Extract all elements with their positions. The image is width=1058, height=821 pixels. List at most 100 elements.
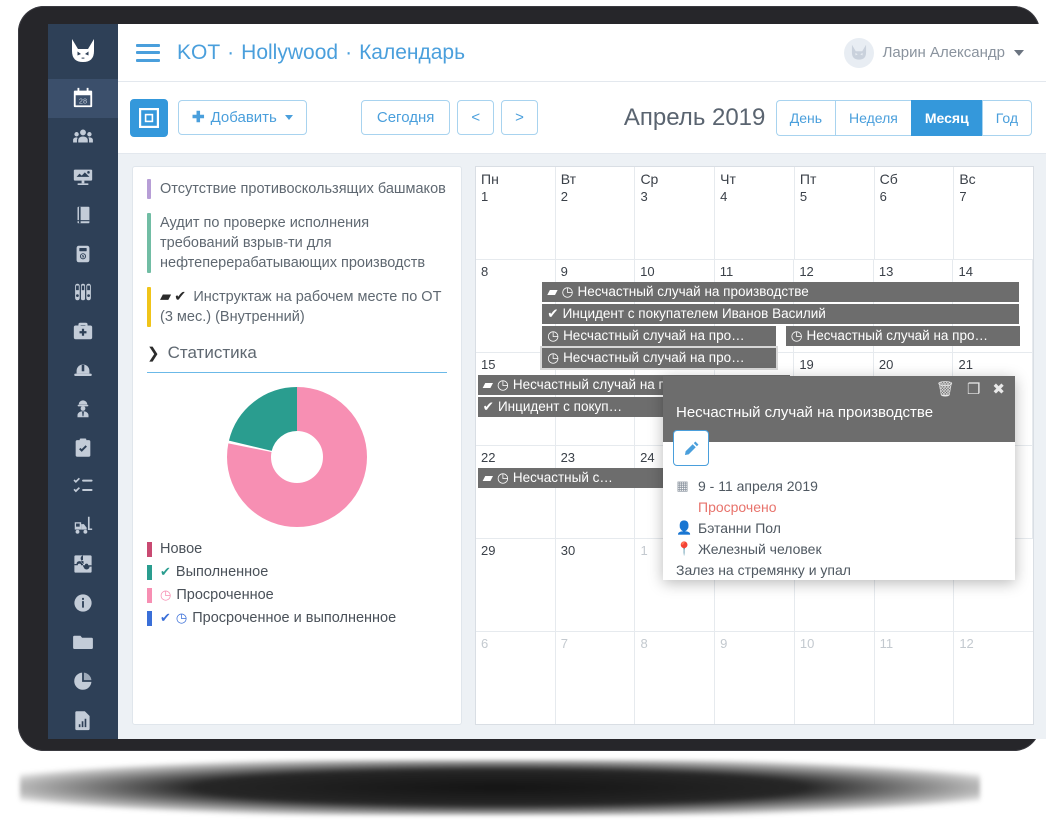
day-number: 8	[481, 264, 489, 279]
calendar-event[interactable]: ◷ Несчастный случай на про…	[542, 326, 777, 346]
calendar-day-cell[interactable]: Ср 3	[635, 167, 716, 259]
day-number: 13	[878, 264, 894, 279]
next-period-button[interactable]: >	[501, 100, 538, 135]
first-aid-kit-icon	[73, 323, 93, 340]
square-icon[interactable]: ❐	[967, 382, 980, 397]
sidebar-item-calendar[interactable]: 28	[48, 78, 118, 118]
clipboard-check-icon	[75, 438, 91, 457]
list-item[interactable]: ▰ ✔ Инструктаж на рабочем месте по ОТ (3 …	[147, 287, 447, 327]
calendar-event[interactable]: ✔ Инцидент с покупателем Иванов Василий	[542, 304, 1019, 324]
sidebar-item-report[interactable]	[48, 700, 118, 739]
day-number: 4	[720, 189, 728, 204]
calendar-day-cell[interactable]: Вс 7	[954, 167, 1033, 259]
sidebar-item-forklift[interactable]	[48, 506, 118, 545]
legend-label: Просроченное и выполненное	[192, 610, 397, 626]
sidebar-item-pie[interactable]	[48, 661, 118, 700]
sidebar-item-puzzle[interactable]	[48, 545, 118, 584]
sidebar-item-book[interactable]	[48, 195, 118, 234]
worker-icon	[77, 400, 89, 418]
check-icon: ✔	[160, 564, 171, 579]
breadcrumb: KOT · Hollywood · Календарь	[177, 41, 465, 65]
check-icon: ✔	[482, 399, 494, 414]
calendar-day-cell[interactable]: 29	[476, 539, 556, 631]
calendar-event[interactable]: ◷ Несчастный случай на про…	[785, 326, 1020, 346]
close-icon[interactable]: ✖	[992, 382, 1005, 397]
sidebar-item-device[interactable]	[48, 234, 118, 273]
calendar-day-cell[interactable]: 9	[715, 632, 795, 724]
popup-description: Залез на стремянку и упал	[676, 562, 851, 578]
check-icon: ✔	[174, 289, 187, 305]
sidebar-item-lab[interactable]	[48, 273, 118, 312]
app-screen: 28 KOT · Hollywood · Календарь Ларин Але…	[48, 24, 1046, 739]
sidebar-item-info[interactable]	[48, 584, 118, 623]
panel-toggle-button[interactable]	[130, 98, 168, 137]
view-day-button[interactable]: День	[775, 99, 836, 136]
today-button[interactable]: Сегодня	[360, 100, 451, 135]
sidebar-item-worker[interactable]	[48, 390, 118, 429]
trash-icon[interactable]: 🗑	[936, 382, 955, 397]
breadcrumb-item-root[interactable]: KOT	[177, 41, 220, 65]
event-label: Инцидент с покуп…	[497, 399, 623, 414]
breadcrumb-separator: ·	[345, 40, 353, 64]
hamburger-icon[interactable]	[136, 43, 160, 62]
day-number: 15	[481, 357, 496, 372]
user-menu[interactable]: Ларин Александр	[843, 37, 1024, 68]
edit-event-button[interactable]	[673, 430, 709, 466]
handheld-device-icon	[76, 245, 90, 262]
calendar-day-cell[interactable]: 22	[476, 446, 556, 538]
day-number: 12	[959, 636, 974, 651]
task-color-bar	[147, 179, 151, 199]
task-label: Аудит по проверке исполнения требований …	[160, 215, 426, 271]
statistics-title: Статистика	[167, 343, 257, 362]
day-of-week-label: Сб	[879, 171, 898, 187]
view-week-button[interactable]: Неделя	[835, 99, 911, 136]
calendar-day-cell[interactable]: 12	[954, 632, 1033, 724]
calendar-day-cell[interactable]: Пн 1	[476, 167, 556, 259]
day-number: 7	[560, 636, 568, 651]
app-logo[interactable]	[48, 24, 118, 79]
folder-icon: ▰	[547, 284, 558, 299]
calendar-event[interactable]: ▰ ◷ Несчастный случай на производстве	[542, 282, 1019, 302]
calendar-event-selected[interactable]: ◷ Несчастный случай на про…	[542, 348, 777, 368]
legend-swatch	[147, 610, 152, 626]
legend-label: Новое	[160, 541, 203, 557]
sidebar-item-firstaid[interactable]	[48, 312, 118, 351]
day-of-week-label: Вт	[560, 171, 577, 187]
statistics-header[interactable]: ❯ Статистика	[147, 343, 447, 363]
calendar-day-cell[interactable]: Сб 6	[875, 167, 955, 259]
calendar-day-cell[interactable]: 6	[476, 632, 556, 724]
calendar-day-cell[interactable]: 23	[556, 446, 636, 538]
list-item[interactable]: Аудит по проверке исполнения требований …	[147, 213, 447, 273]
calendar-day-cell[interactable]: Чт 4	[715, 167, 795, 259]
icon-sidebar: 28	[48, 24, 118, 739]
task-color-bar	[147, 287, 151, 327]
calendar-day-cell[interactable]: Пт 5	[795, 167, 875, 259]
calendar-day-cell[interactable]: Вт 2	[556, 167, 636, 259]
clock-icon: ◷	[790, 328, 803, 343]
sidebar-item-people[interactable]	[48, 118, 118, 157]
view-year-button[interactable]: Год	[981, 99, 1032, 136]
pie-chart-icon	[74, 672, 92, 690]
sidebar-item-clipboard[interactable]	[48, 428, 118, 467]
day-number: 9	[720, 636, 728, 651]
sidebar-item-monitor[interactable]	[48, 157, 118, 196]
list-item[interactable]: Отсутствие противоскользящих башмаков	[147, 179, 447, 199]
calendar-day-cell[interactable]: 11	[875, 632, 955, 724]
day-number: 19	[799, 357, 814, 372]
map-pin-icon: 📍	[676, 541, 693, 556]
prev-period-button[interactable]: <	[457, 100, 495, 135]
add-button[interactable]: ✚ Добавить	[178, 100, 307, 135]
view-month-button[interactable]: Месяц	[910, 99, 982, 136]
calendar-day-cell[interactable]: 30	[556, 539, 636, 631]
sidebar-item-folder[interactable]	[48, 623, 118, 662]
breadcrumb-item-org[interactable]: Hollywood	[241, 41, 338, 65]
popup-date: 9 - 11 апреля 2019	[698, 478, 818, 494]
sidebar-item-checklist[interactable]	[48, 467, 118, 506]
calendar-day-cell[interactable]: 10	[795, 632, 875, 724]
calendar-day-cell[interactable]: 7	[556, 632, 636, 724]
sidebar-item-helmet[interactable]	[48, 351, 118, 390]
calendar-week-row: 6 7 8 9 10 11 12	[476, 632, 1033, 724]
calendar-day-cell[interactable]: 8	[635, 632, 716, 724]
cat-logo-icon	[72, 39, 94, 63]
breadcrumb-item-page[interactable]: Календарь	[359, 41, 465, 65]
